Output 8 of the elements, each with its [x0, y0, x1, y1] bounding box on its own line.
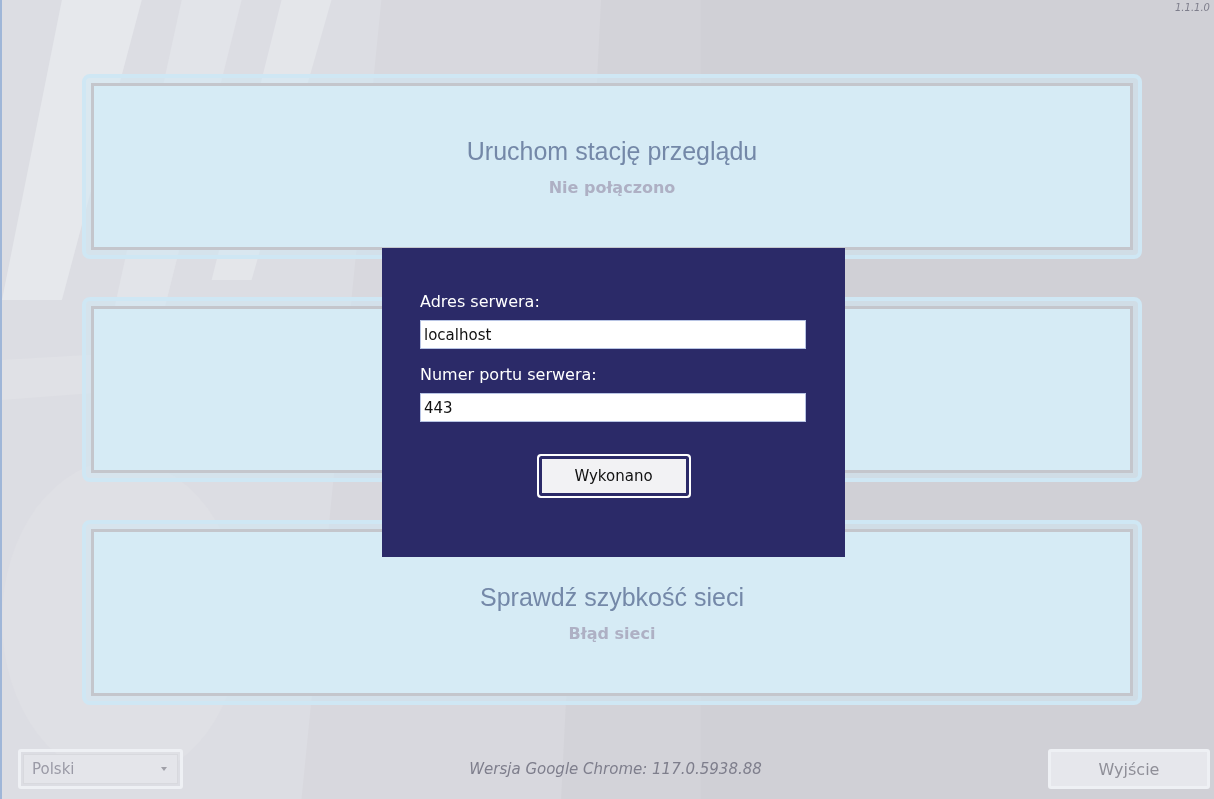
field-label: Numer portu serwera: — [420, 365, 598, 384]
field-label: Adres serwera: — [420, 292, 541, 311]
card-title: Uruchom stację przeglądu — [466, 136, 758, 166]
version-label: 1.1.1.0 — [1175, 2, 1210, 15]
card-status: Nie połączono — [548, 177, 676, 197]
card-status: Błąd sieci — [568, 623, 656, 643]
card-title: Sprawdź szybkość sieci — [480, 582, 744, 612]
browser-version: Wersja Google Chrome: 117.0.5938.88 — [469, 760, 762, 778]
